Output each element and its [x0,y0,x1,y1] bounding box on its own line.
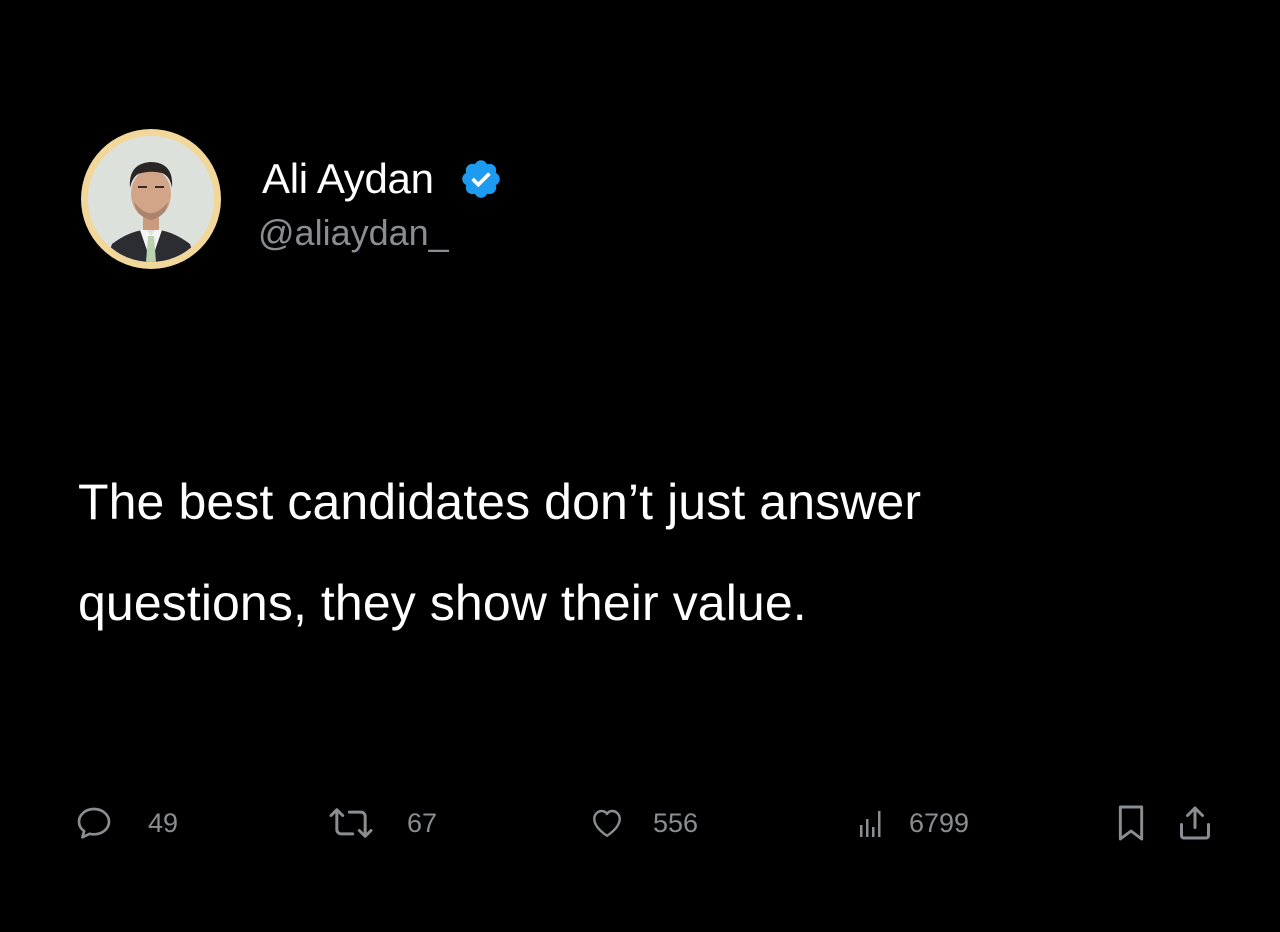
handle[interactable]: @aliaydan_ [258,210,449,256]
tweet-text-line: The best candidates don’t just answer [78,474,922,530]
avatar-photo [88,136,214,262]
views-chart-icon [857,805,885,841]
share-button[interactable] [1177,800,1213,846]
retweet-count: 67 [407,808,438,838]
bookmark-button[interactable] [1115,800,1147,846]
like-count: 556 [653,808,699,838]
tweet-text-line: questions, they show their value. [78,575,807,631]
reply-count: 49 [148,808,179,838]
reply-button[interactable]: 49 [74,800,178,846]
display-name[interactable]: Ali Aydan [262,154,434,204]
bookmark-icon [1115,803,1147,843]
reply-icon [74,803,114,843]
retweet-icon [327,803,375,843]
display-name-row: Ali Aydan [262,154,503,204]
share-icon [1177,803,1213,843]
retweet-button[interactable]: 67 [327,800,437,846]
heart-icon [589,805,625,841]
tweet-text: The best candidates don’t just answer qu… [78,452,1078,654]
like-button[interactable]: 556 [589,800,698,846]
avatar[interactable] [81,129,221,269]
verified-badge-icon [459,157,503,201]
views-button[interactable]: 6799 [857,800,969,846]
profile-photo-icon [88,136,214,262]
tweet-card: Ali Aydan @aliaydan_ The best candidates… [0,0,1280,932]
views-count: 6799 [909,808,970,838]
